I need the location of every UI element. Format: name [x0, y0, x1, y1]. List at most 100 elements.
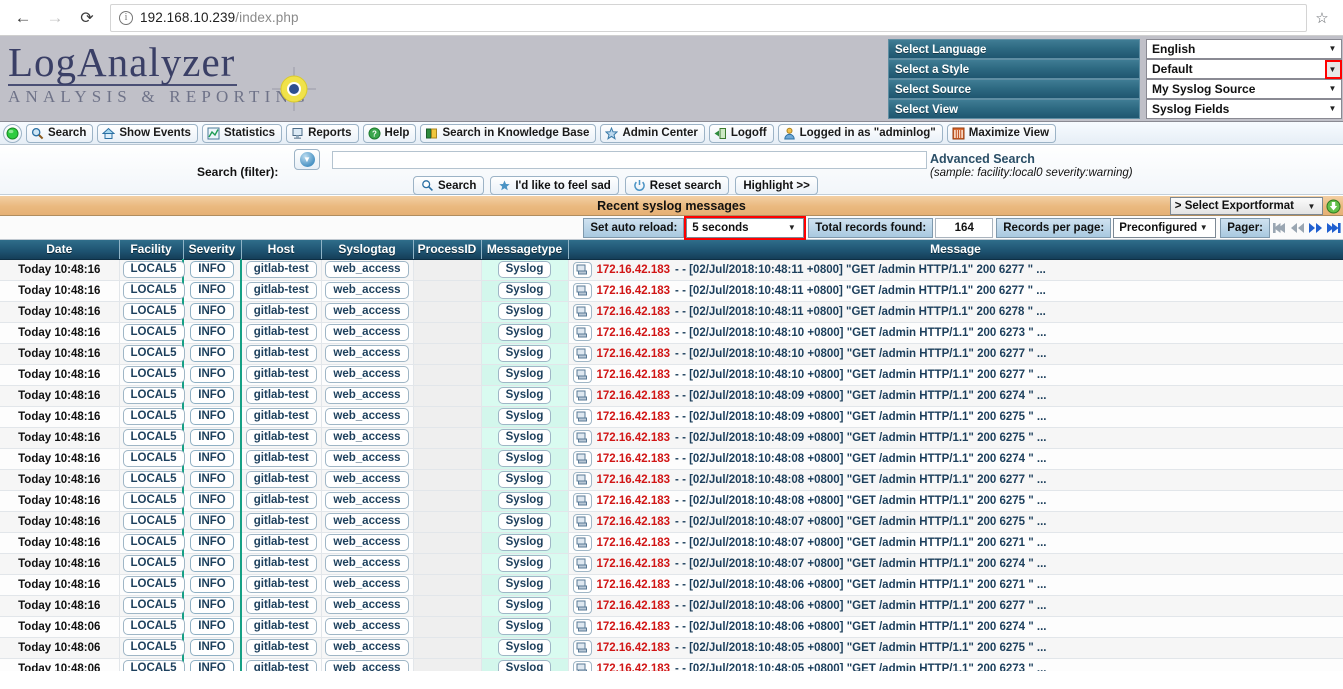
- table-row[interactable]: Today 10:48:16 LOCAL5 INFO gitlab-test web_a…: [0, 490, 1343, 512]
- message-detail-icon[interactable]: [572, 324, 592, 341]
- table-row[interactable]: Today 10:48:16 LOCAL5 INFO gitlab-test web_a…: [0, 259, 1343, 281]
- table-row[interactable]: Today 10:48:06 LOCAL5 INFO gitlab-test web_a…: [0, 637, 1343, 659]
- table-row[interactable]: Today 10:48:06 LOCAL5 INFO gitlab-test web_a…: [0, 658, 1343, 671]
- toolbar-button-search[interactable]: Search: [26, 123, 94, 143]
- last-page-icon[interactable]: [1326, 221, 1341, 235]
- table-row[interactable]: Today 10:48:16 LOCAL5 INFO gitlab-test web_a…: [0, 343, 1343, 365]
- select-exportformat-dropdown[interactable]: > Select Exportformat ▼: [1169, 197, 1323, 215]
- table-row[interactable]: Today 10:48:16 LOCAL5 INFO gitlab-test web_a…: [0, 280, 1343, 302]
- toolbar-button-admin-center[interactable]: Admin Center: [600, 123, 705, 143]
- toolbar-button-logged-in-user[interactable]: Logged in as "adminlog": [777, 123, 943, 143]
- message-text: - - [02/Jul/2018:10:48:05 +0800] "GET /a…: [675, 641, 1047, 654]
- cell-facility: LOCAL5: [119, 511, 185, 533]
- toolbar-button-show-events[interactable]: Show Events: [97, 123, 198, 143]
- chevron-down-icon[interactable]: ▼: [1325, 59, 1342, 79]
- message-detail-icon[interactable]: [572, 513, 592, 530]
- message-detail-icon[interactable]: [572, 450, 592, 467]
- first-page-icon[interactable]: [1272, 221, 1287, 235]
- site-info-icon[interactable]: i: [119, 10, 133, 25]
- table-row[interactable]: Today 10:48:16 LOCAL5 INFO gitlab-test web_a…: [0, 532, 1343, 554]
- status-indicator-button[interactable]: [3, 123, 22, 143]
- chevron-down-icon[interactable]: ▼: [1197, 223, 1212, 232]
- highlight-button[interactable]: Highlight >>: [735, 176, 818, 195]
- severity-badge: INFO: [190, 282, 234, 299]
- table-row[interactable]: Today 10:48:16 LOCAL5 INFO gitlab-test web_a…: [0, 553, 1343, 575]
- advanced-search-link[interactable]: Advanced Search: [930, 152, 1035, 166]
- toolbar-button-reports[interactable]: Reports: [286, 123, 359, 143]
- table-row[interactable]: Today 10:48:16 LOCAL5 INFO gitlab-test web_a…: [0, 574, 1343, 596]
- message-detail-icon[interactable]: [572, 261, 592, 278]
- table-row[interactable]: Today 10:48:16 LOCAL5 INFO gitlab-test web_a…: [0, 301, 1343, 323]
- table-row[interactable]: Today 10:48:16 LOCAL5 INFO gitlab-test web_a…: [0, 511, 1343, 533]
- chevron-down-icon[interactable]: ▼: [1326, 40, 1341, 58]
- search-input[interactable]: [332, 151, 927, 169]
- select-view-dropdown[interactable]: Syslog Fields ▼: [1146, 99, 1342, 119]
- column-header-severity[interactable]: Severity: [183, 240, 242, 260]
- download-icon[interactable]: [1326, 199, 1341, 214]
- next-page-icon[interactable]: [1308, 221, 1323, 235]
- prev-page-icon[interactable]: [1290, 221, 1305, 235]
- message-detail-icon[interactable]: [572, 576, 592, 593]
- toolbar-button-logoff[interactable]: Logoff: [708, 123, 774, 143]
- message-detail-icon[interactable]: [572, 366, 592, 383]
- cell-syslogtag: web_access: [321, 427, 414, 449]
- search-submit-button[interactable]: Search: [413, 176, 485, 195]
- auto-reload-dropdown[interactable]: 5 seconds ▼: [684, 215, 807, 240]
- back-arrow-icon[interactable]: ←: [8, 3, 38, 33]
- message-detail-icon[interactable]: [572, 597, 592, 614]
- cell-messagetype: Syslog: [481, 658, 569, 671]
- facility-badge: LOCAL5: [122, 576, 185, 593]
- message-detail-icon[interactable]: [572, 471, 592, 488]
- toolbar-button-help[interactable]: ? Help: [362, 123, 417, 143]
- column-header-message[interactable]: Message: [568, 240, 1343, 260]
- column-header-facility[interactable]: Facility: [119, 240, 184, 260]
- select-language-dropdown[interactable]: English ▼: [1146, 39, 1342, 59]
- message-detail-icon[interactable]: [572, 660, 592, 671]
- message-detail-icon[interactable]: [572, 639, 592, 656]
- select-source-dropdown[interactable]: My Syslog Source ▼: [1146, 79, 1342, 99]
- message-detail-icon[interactable]: [572, 618, 592, 635]
- reload-icon[interactable]: ⟳: [72, 3, 102, 33]
- column-header-syslogtag[interactable]: Syslogtag: [321, 240, 414, 260]
- message-detail-icon[interactable]: [572, 429, 592, 446]
- select-style-dropdown[interactable]: Default ▼: [1146, 59, 1342, 79]
- message-detail-icon[interactable]: [572, 345, 592, 362]
- address-bar[interactable]: i 192.168.10.239/index.php: [110, 3, 1307, 32]
- message-detail-icon[interactable]: [572, 534, 592, 551]
- toolbar-button-knowledge-base[interactable]: Search in Knowledge Base: [420, 123, 597, 143]
- toolbar-button-maximize-view[interactable]: Maximize View: [946, 123, 1057, 143]
- table-row[interactable]: Today 10:48:16 LOCAL5 INFO gitlab-test web_a…: [0, 595, 1343, 617]
- cell-processid: [413, 406, 482, 428]
- table-row[interactable]: Today 10:48:16 LOCAL5 INFO gitlab-test web_a…: [0, 364, 1343, 386]
- message-detail-icon[interactable]: [572, 303, 592, 320]
- feel-sad-button[interactable]: I'd like to feel sad: [490, 176, 619, 195]
- table-row[interactable]: Today 10:48:16 LOCAL5 INFO gitlab-test web_a…: [0, 406, 1343, 428]
- message-detail-icon[interactable]: [572, 282, 592, 299]
- messagetype-badge: Syslog: [497, 408, 552, 425]
- message-detail-icon[interactable]: [572, 492, 592, 509]
- table-row[interactable]: Today 10:48:06 LOCAL5 INFO gitlab-test web_a…: [0, 616, 1343, 638]
- table-row[interactable]: Today 10:48:16 LOCAL5 INFO gitlab-test web_a…: [0, 427, 1343, 449]
- message-detail-icon[interactable]: [572, 555, 592, 572]
- records-per-page-dropdown[interactable]: Preconfigured ▼: [1113, 217, 1217, 238]
- message-detail-icon[interactable]: [572, 408, 592, 425]
- chevron-down-icon[interactable]: ▼: [1304, 202, 1319, 211]
- table-row[interactable]: Today 10:48:16 LOCAL5 INFO gitlab-test web_a…: [0, 448, 1343, 470]
- chevron-down-icon[interactable]: ▼: [785, 223, 800, 232]
- bookmark-star-icon[interactable]: ☆: [1309, 9, 1335, 27]
- search-options-toggle-button[interactable]: ▼: [294, 149, 320, 170]
- section-title: Recent syslog messages: [597, 198, 746, 213]
- column-header-processid[interactable]: ProcessID: [413, 240, 482, 260]
- table-row[interactable]: Today 10:48:16 LOCAL5 INFO gitlab-test web_a…: [0, 469, 1343, 491]
- toolbar-button-statistics[interactable]: Statistics: [201, 123, 283, 143]
- column-header-host[interactable]: Host: [241, 240, 322, 260]
- cell-message: 172.16.42.183 - - [02/Jul/2018:10:48:09 +…: [568, 406, 1343, 428]
- column-header-date[interactable]: Date: [0, 240, 120, 260]
- column-header-messagetype[interactable]: Messagetype: [481, 240, 569, 260]
- chevron-down-icon[interactable]: ▼: [1326, 100, 1341, 118]
- table-row[interactable]: Today 10:48:16 LOCAL5 INFO gitlab-test web_a…: [0, 385, 1343, 407]
- reset-search-button[interactable]: Reset search: [624, 176, 730, 195]
- chevron-down-icon[interactable]: ▼: [1326, 80, 1341, 98]
- table-row[interactable]: Today 10:48:16 LOCAL5 INFO gitlab-test web_a…: [0, 322, 1343, 344]
- message-detail-icon[interactable]: [572, 387, 592, 404]
